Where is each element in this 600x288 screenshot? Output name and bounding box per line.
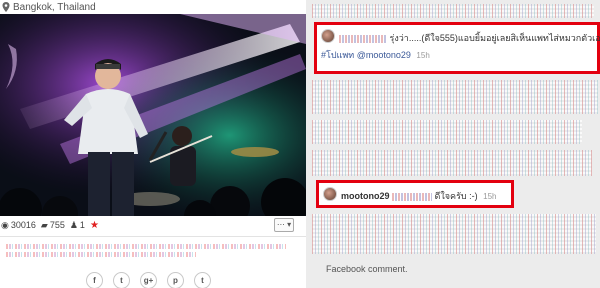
facebook-share-button[interactable]: f	[86, 272, 103, 288]
comments-stat[interactable]: ▰ 755	[41, 220, 65, 231]
pinterest-share-button[interactable]: p	[167, 272, 184, 288]
tumblr-share-button[interactable]: t	[194, 272, 211, 288]
post-card: Bangkok, Thailand ◉ 30016 ▰ 755 ♟ 1 ★ ⋯ …	[0, 0, 306, 288]
eye-icon: ◉	[1, 219, 9, 230]
comment-text-line-2: #โปแพท @mootono29 15h	[321, 48, 430, 62]
share-buttons: f t g+ p t	[86, 272, 211, 288]
views-stat: ◉ 30016	[1, 220, 36, 231]
reply-time[interactable]: 15h	[483, 192, 496, 201]
twitter-share-button[interactable]: t	[113, 272, 130, 288]
comments-panel: รุ่งว่า.....(ดีใจ555)แอบยิ้มอยู่เลยสิเห็…	[306, 0, 600, 288]
favorite-star-icon[interactable]: ★	[90, 220, 99, 231]
comment-bubble-icon: ▰	[40, 219, 48, 230]
reply-text: mootono29 ดีใจครับ :-) 15h	[341, 189, 496, 203]
reply-author-name[interactable]: mootono29	[341, 191, 390, 201]
location-row[interactable]: Bangkok, Thailand	[0, 0, 96, 14]
followers-stat[interactable]: ♟ 1	[70, 220, 85, 231]
divider	[0, 236, 306, 237]
blurred-tagged-name	[392, 192, 433, 201]
page: Bangkok, Thailand ◉ 30016 ▰ 755 ♟ 1 ★ ⋯ …	[0, 0, 600, 288]
comments-count: 755	[49, 220, 65, 230]
blurred-comment	[312, 150, 592, 176]
views-count: 30016	[10, 220, 36, 230]
followers-count: 1	[79, 220, 85, 230]
mootono29-avatar[interactable]	[323, 187, 337, 201]
blurred-comment	[312, 120, 582, 144]
comment-text-line-1: รุ่งว่า.....(ดีใจ555)แอบยิ้มอยู่เลยสิเห็…	[339, 31, 600, 45]
mention-link[interactable]: @mootono29	[357, 50, 411, 60]
comment-body: รุ่งว่า.....(ดีใจ555)แอบยิ้มอยู่เลยสิเห็…	[389, 33, 600, 43]
location-label: Bangkok, Thailand	[13, 1, 96, 13]
blurred-comment	[312, 4, 594, 18]
facebook-comment-label: Facebook comment.	[326, 264, 408, 274]
concert-photo-image	[0, 14, 306, 216]
user-icon: ♟	[69, 219, 78, 230]
blurred-commenter-name	[339, 34, 387, 43]
post-photo[interactable]	[0, 14, 306, 216]
hashtag-link[interactable]: #โปแพท	[321, 50, 354, 60]
reply-body: ดีใจครับ :-)	[434, 191, 478, 201]
blurred-comment	[312, 214, 596, 254]
blurred-caption-line	[6, 244, 286, 249]
highlighted-comment-2: mootono29 ดีใจครับ :-) 15h	[316, 180, 514, 208]
comment-time[interactable]: 15h	[416, 51, 429, 60]
map-pin-icon	[2, 2, 10, 12]
blurred-comment	[312, 80, 598, 114]
highlighted-comment-1: รุ่งว่า.....(ดีใจ555)แอบยิ้มอยู่เลยสิเห็…	[314, 22, 600, 74]
blurred-caption-line	[6, 252, 196, 257]
commenter-avatar[interactable]	[321, 29, 335, 43]
post-stats: ◉ 30016 ▰ 755 ♟ 1 ★	[0, 218, 99, 232]
more-options-button[interactable]: ⋯ ▾	[274, 218, 294, 232]
google-plus-share-button[interactable]: g+	[140, 272, 157, 288]
